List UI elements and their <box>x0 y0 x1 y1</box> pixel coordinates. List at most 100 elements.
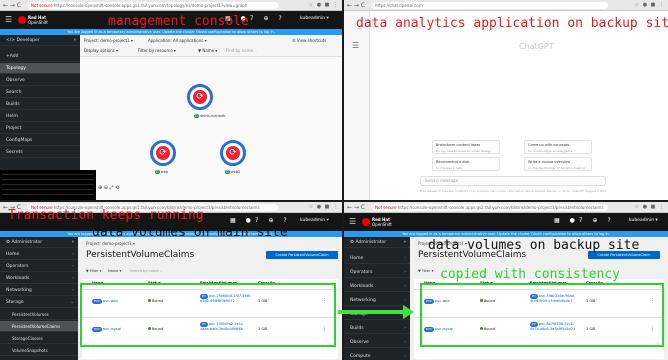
browser-nav-buttons[interactable]: ← → C <box>347 204 365 211</box>
col-header-status[interactable]: Status <box>480 281 493 285</box>
menu-icon[interactable]: ☰ <box>352 41 359 50</box>
pv-link[interactable]: PV pvc-6a7f513b-3cc1-4d7a-a8c6-3d3a9f5c8b… <box>530 322 582 331</box>
perspective-switcher[interactable]: ⚙ Administrator ▾ <box>0 237 78 248</box>
create-pvc-button[interactable]: Create PersistentVolumeClaim <box>266 251 338 259</box>
address-bar[interactable]: Not secure https://console-openshift-con… <box>372 204 608 211</box>
project-selector[interactable]: Project: demo-project1 ▾ <box>418 241 467 246</box>
hamburger-icon[interactable]: ☰ <box>349 218 356 226</box>
sidebar-item-volumesnapshots[interactable]: VolumeSnapshots <box>0 345 78 356</box>
sidebar-item-secrets[interactable]: Secrets <box>0 147 80 158</box>
sidebar-item-configmaps[interactable]: ConfigMaps <box>0 135 80 146</box>
sidebar-item-observe[interactable]: Observe › <box>344 337 410 348</box>
sidebar-item-networking[interactable]: Networking › <box>344 295 410 306</box>
sidebar-item-operators[interactable]: Operators › <box>0 261 78 272</box>
browser-menu-icons[interactable]: ☆ ● ■ ⋮ <box>309 204 339 211</box>
topology-node-mariadb[interactable]: ⟳ <box>187 84 213 110</box>
col-header-capacity[interactable]: Capacity <box>258 281 275 285</box>
col-header-pv[interactable]: PersistentVolumes <box>530 281 567 285</box>
kebab-menu-icon[interactable]: ⋮ <box>322 298 327 304</box>
browser-nav-buttons[interactable]: ← → C <box>3 204 21 211</box>
pvc-name-link[interactable]: PVC pvc-mysql <box>424 327 453 332</box>
user-menu[interactable]: kubeadmin ▾ <box>300 16 329 21</box>
sidebar-item-workloads[interactable]: Workloads › <box>344 281 410 292</box>
search-input[interactable]: Search by name... <box>130 269 162 273</box>
terminal-window[interactable] <box>0 170 96 200</box>
sidebar-item-helm[interactable]: Helm <box>0 111 80 122</box>
col-header-name[interactable]: Name <box>92 281 103 285</box>
sidebar-item-storageclasses[interactable]: StorageClasses <box>0 333 78 344</box>
sidebar-item-compute[interactable]: Compute › <box>344 351 410 360</box>
sidebar-item-project[interactable]: Project <box>0 123 80 134</box>
sidebar-item-persistentvolumeclaims[interactable]: PersistentVolumeClaims <box>0 321 78 332</box>
sidebar-item-home[interactable]: Home › <box>344 253 410 264</box>
col-header-pv[interactable]: PersistentVolumes <box>200 281 237 285</box>
browser-nav-buttons[interactable]: ← → C <box>3 2 21 9</box>
project-selector[interactable]: Project: demo-project1 ▾ <box>86 241 135 246</box>
col-header-name[interactable]: Name <box>424 281 435 285</box>
sidebar-item-home[interactable]: Home › <box>0 249 78 260</box>
user-menu[interactable]: kubeadmin ▾ <box>300 218 329 223</box>
example-prompt-card[interactable]: Write a course overview on the psychology… <box>524 157 592 171</box>
sidebar-item-topology[interactable]: Topology <box>0 63 80 74</box>
pv-link[interactable]: PV pvc-2f5d8b4f-1f07-4e8f-b5d2-d9fe6f0b90… <box>200 294 252 303</box>
name-filter-dropdown[interactable]: Name ▾ <box>108 269 121 273</box>
sidebar-item-builds[interactable]: Builds <box>0 99 80 110</box>
kebab-menu-icon[interactable]: ⋮ <box>650 298 655 304</box>
hamburger-icon[interactable]: ☰ <box>5 16 12 24</box>
sidebar-item-add[interactable]: +Add <box>0 51 80 62</box>
pvc-name-link[interactable]: PVC pvc-mysql <box>92 327 121 332</box>
message-input[interactable]: Send a message <box>420 176 606 186</box>
col-header-capacity[interactable]: Capacity <box>586 281 603 285</box>
address-bar[interactable]: Not secure https://console-openshift-con… <box>28 204 278 211</box>
kebab-menu-icon[interactable]: ⋮ <box>322 326 327 332</box>
filter-dropdown[interactable]: ▼ Filter ▾ <box>86 269 101 273</box>
browser-menu-icons[interactable]: ☆ ● ■ ⋮ <box>309 2 339 9</box>
example-prompt-card[interactable]: Come up with concepts for a retro-style a… <box>524 140 592 154</box>
filter-dropdown[interactable]: ▼ Filter ▾ <box>418 269 433 273</box>
name-filter-dropdown[interactable]: ▼ Name ▾ <box>198 48 217 54</box>
node-label-web2: Dweb2 <box>225 170 241 174</box>
sidebar: ⚙ Administrator ▾ Home › Operators › Worklo… <box>344 237 410 360</box>
user-menu[interactable]: kubeadmin ▾ <box>629 218 658 223</box>
application-selector[interactable]: Application: All applications ▾ <box>148 38 207 44</box>
browser-menu-icons[interactable]: ☆ ● ■ ⋮ <box>635 204 665 211</box>
perspective-switcher[interactable]: </> Developer ▾ <box>0 35 80 46</box>
col-header-status[interactable]: Status <box>148 281 161 285</box>
topology-canvas[interactable]: ⟳ Ddemo-mariadb ⟳ Dweb ⟳ Dweb2 ⊕ ⊖ ⤢ ⟲ <box>80 57 342 200</box>
sidebar-item-operators[interactable]: Operators › <box>344 267 410 278</box>
pv-link[interactable]: PV pvc-398c226e-96ad-4f4d-9f05-c3fedfc8b0… <box>530 294 582 303</box>
project-selector[interactable]: Project: demo-project1 ▾ <box>84 38 133 44</box>
kebab-menu-icon[interactable]: ⋮ <box>650 326 655 332</box>
topology-node-web[interactable]: ⟳ <box>150 140 176 166</box>
perspective-switcher[interactable]: ⚙ Administrator ▾ <box>344 237 410 248</box>
example-prompt-card[interactable]: Brainstorm content ideas for my new podca… <box>432 140 500 154</box>
pvc-name-link[interactable]: PVC pvc-web <box>424 299 450 304</box>
create-pvc-button[interactable]: Create PersistentVolumeClaim <box>588 251 660 259</box>
pv-link[interactable]: PV pvc-70f0d9a2-4e1c-4aae-bafa-3ec8cdf99f… <box>200 322 252 331</box>
pvc-name-link[interactable]: PVC pvc-web <box>92 299 118 304</box>
masthead-icons[interactable]: ▦ ●7 ⊕ ? <box>554 217 615 225</box>
openshift-logo[interactable]: Red Hat OpenShift <box>362 216 392 228</box>
openshift-logo[interactable]: Red Hat OpenShift <box>18 14 48 26</box>
sidebar-item-workloads[interactable]: Workloads › <box>0 273 78 284</box>
topology-node-web2[interactable]: ⟳ <box>220 140 246 166</box>
address-bar[interactable]: https://chat.openai.com <box>372 2 608 9</box>
sidebar-item-search[interactable]: Search <box>0 87 80 98</box>
sidebar-item-storage[interactable]: Storage ⌄ <box>0 297 78 308</box>
example-prompt-card[interactable]: Recommend a dish to impress a date <box>432 157 500 171</box>
view-shortcuts-link[interactable]: ☰ View shortcuts <box>292 38 326 44</box>
zoom-controls[interactable]: ⊕ ⊖ ⤢ ⟲ <box>98 185 119 191</box>
address-bar[interactable]: Not secure https://console-openshift-con… <box>28 2 278 9</box>
sidebar-item-observe[interactable]: Observe <box>0 75 80 86</box>
sidebar-item-persistentvolumes[interactable]: PersistentVolumes <box>0 309 78 320</box>
masthead-icons[interactable]: ▦ ●7 ⊕ ? <box>225 15 286 23</box>
masthead-icons[interactable]: ▦ ●7 ⊕ ? <box>230 217 291 225</box>
filter-resource-dropdown[interactable]: Filter by resource ▾ <box>138 48 176 54</box>
sidebar-item-builds[interactable]: Builds › <box>344 323 410 334</box>
browser-menu-icons[interactable]: ☆ ● ■ ⋮ <box>635 2 665 9</box>
browser-nav-buttons[interactable]: ← → C <box>347 2 365 9</box>
masthead: ☰ Red Hat OpenShift ▦ ●7 ⊕ ? kubeadmin ▾ <box>0 11 342 29</box>
find-by-name-input[interactable]: Find by name... <box>226 48 257 54</box>
display-options-dropdown[interactable]: Display options ▾ <box>84 48 118 54</box>
sidebar-item-networking[interactable]: Networking › <box>0 285 78 296</box>
